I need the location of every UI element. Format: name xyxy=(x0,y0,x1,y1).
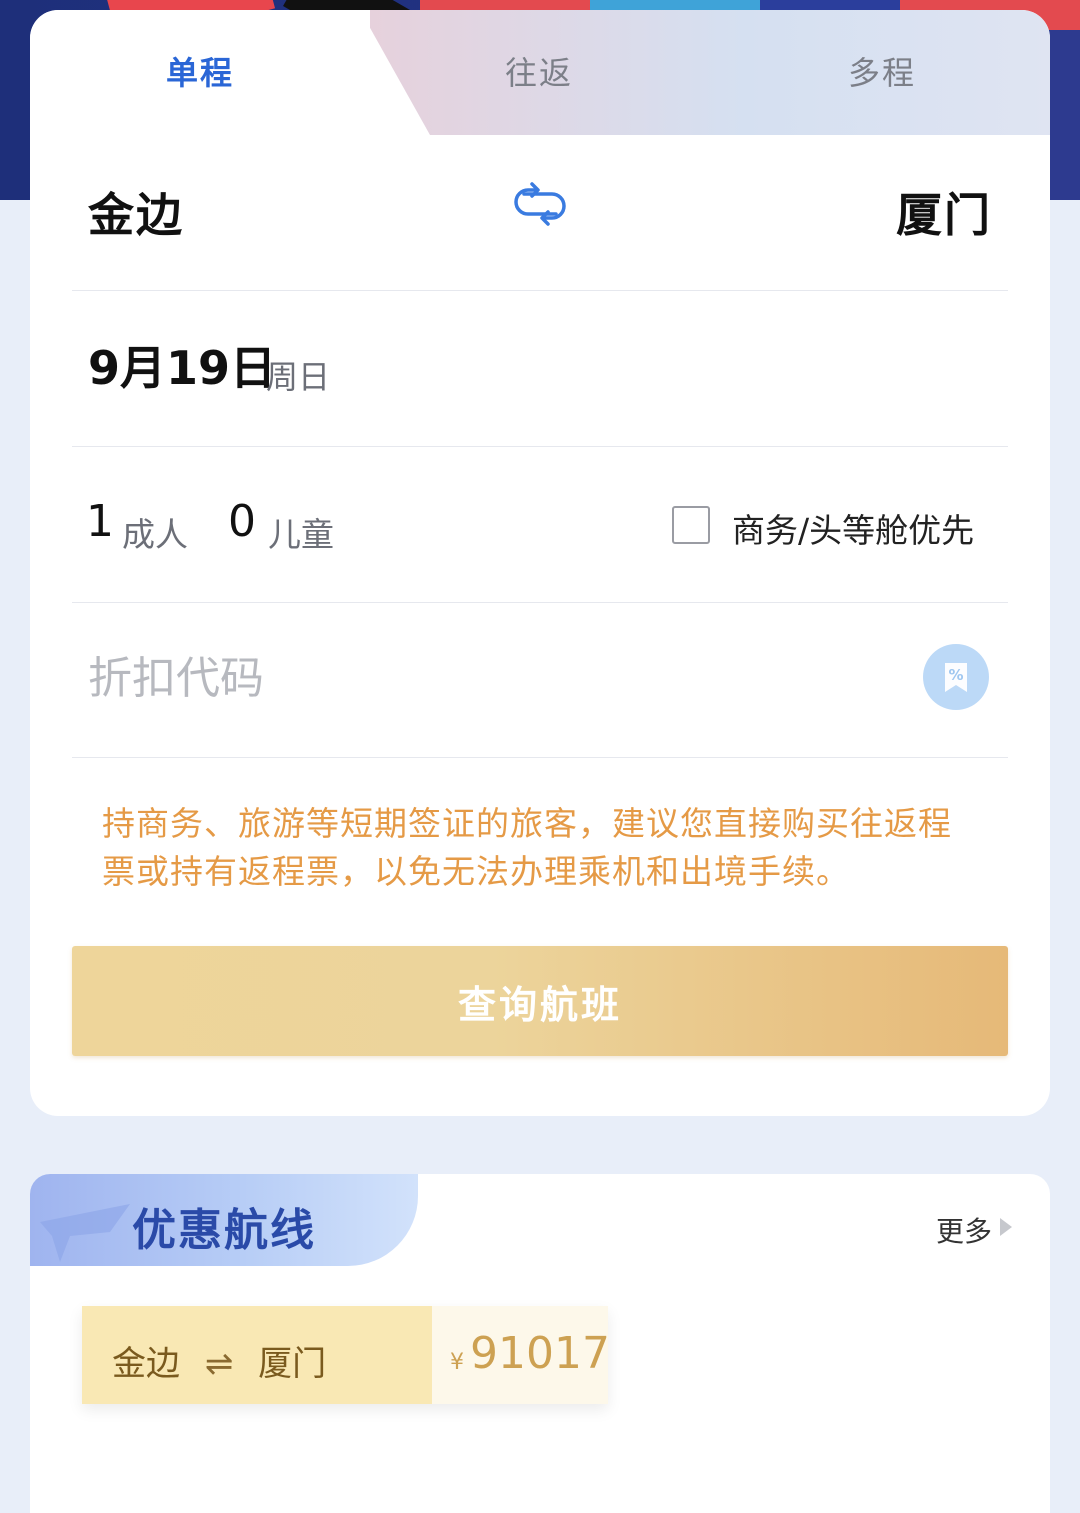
departure-date[interactable]: 9月19日 xyxy=(88,332,276,398)
adult-count[interactable]: 1 xyxy=(86,496,114,547)
arrival-city[interactable]: 厦门 xyxy=(896,179,992,245)
date-row[interactable]: 9月19日 周日 xyxy=(30,292,1050,447)
divider xyxy=(72,290,1008,291)
chevron-right-icon[interactable] xyxy=(1000,1218,1012,1236)
business-class-label[interactable]: 商务/头等舱优先 xyxy=(732,504,974,552)
deal-route-card[interactable]: 金边 ⇌ 厦门 ¥ 91017 xyxy=(82,1306,610,1404)
promo-code-input[interactable] xyxy=(88,648,788,708)
deal-price: 91017 xyxy=(470,1328,610,1379)
route-row: 金边 厦门 xyxy=(30,135,1050,291)
child-count[interactable]: 0 xyxy=(228,496,256,547)
deal-route-info: 金边 ⇌ 厦门 xyxy=(82,1306,432,1404)
adult-label: 成人 xyxy=(122,515,188,554)
deal-route-label: 金边 ⇌ 厦门 xyxy=(112,1336,326,1385)
deal-from-city: 金边 xyxy=(112,1344,180,1384)
business-class-checkbox[interactable] xyxy=(672,506,710,544)
more-link[interactable]: 更多 xyxy=(936,1210,992,1250)
deal-price-box: ¥ 91017 xyxy=(432,1306,610,1404)
divider xyxy=(72,446,1008,447)
currency-symbol: ¥ xyxy=(450,1350,464,1375)
deals-section: 优惠航线 更多 金边 ⇌ 厦门 ¥ 91017 xyxy=(30,1174,1050,1513)
divider xyxy=(72,757,1008,758)
trip-type-tabs: 单程 往返 多程 xyxy=(30,10,1050,135)
departure-weekday: 周日 xyxy=(266,358,331,396)
passenger-row: 1 成人 0 儿童 商务/头等舱优先 xyxy=(30,448,1050,603)
svg-text:%: % xyxy=(948,666,963,684)
tab-multi-city[interactable]: 多程 xyxy=(848,48,916,94)
swap-arrows-icon: ⇌ xyxy=(204,1344,234,1384)
tab-one-way[interactable]: 单程 xyxy=(166,48,234,94)
search-flights-button[interactable]: 查询航班 xyxy=(72,946,1008,1056)
visa-notice: 持商务、旅游等短期签证的旅客，建议您直接购买往返程票或持有返程票，以免无法办理乘… xyxy=(102,804,952,891)
deals-title: 优惠航线 xyxy=(132,1205,316,1256)
promo-code-row: % xyxy=(30,604,1050,758)
discount-icon[interactable]: % xyxy=(923,644,989,710)
child-label: 儿童 xyxy=(268,515,334,554)
flight-search-card: 单程 往返 多程 金边 厦门 9月19日 周日 1 成人 0 儿童 商务/头等舱… xyxy=(30,10,1050,1116)
deal-to-city: 厦门 xyxy=(258,1344,327,1384)
swap-icon[interactable] xyxy=(510,180,570,228)
departure-city[interactable]: 金边 xyxy=(88,179,184,245)
banner-decoration xyxy=(1050,30,1080,200)
tab-round-trip[interactable]: 往返 xyxy=(505,48,573,94)
divider xyxy=(72,602,1008,603)
tabs-background xyxy=(370,10,1050,135)
